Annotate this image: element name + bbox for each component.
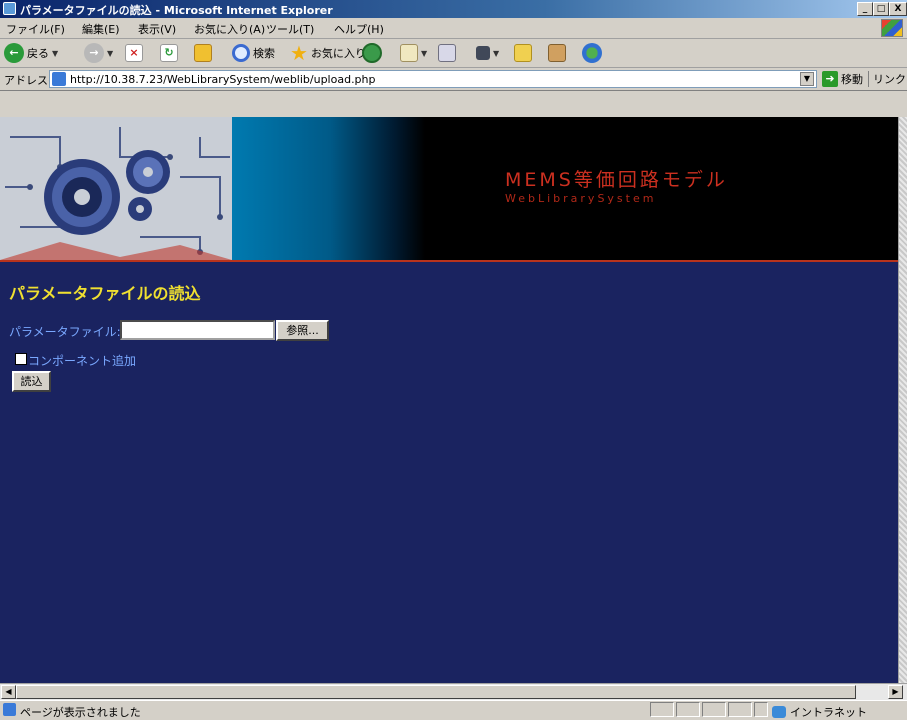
refresh-icon: ↻ — [160, 44, 178, 62]
edit-button[interactable]: ▼ — [476, 42, 499, 64]
address-input[interactable]: http://10.38.7.23/WebLibrarySystem/webli… — [49, 70, 817, 88]
back-button[interactable]: ← 戻る ▼ — [4, 42, 58, 64]
status-pane — [728, 702, 752, 717]
research-button[interactable] — [548, 42, 566, 64]
horizontal-scrollbar[interactable]: ◀ ▶ — [0, 683, 907, 700]
home-button[interactable] — [194, 42, 212, 64]
links-button[interactable]: リンク — [868, 71, 906, 87]
vertical-scrollbar[interactable] — [898, 117, 907, 683]
intranet-icon — [772, 706, 786, 718]
banner: MEMS等価回路モデル WebLibrarySystem — [0, 117, 898, 260]
parameter-file-input[interactable] — [120, 320, 275, 340]
search-label: 検索 — [253, 47, 275, 60]
gear-illustration — [0, 117, 232, 260]
gear-circuit-image — [0, 117, 232, 260]
stop-button[interactable]: × — [125, 42, 143, 64]
refresh-button[interactable]: ↻ — [160, 42, 178, 64]
back-arrow-icon: ← — [4, 43, 24, 63]
address-url: http://10.38.7.23/WebLibrarySystem/webli… — [70, 73, 376, 86]
close-button[interactable]: X — [889, 2, 907, 16]
folder-icon — [514, 44, 532, 62]
scroll-left-icon[interactable]: ◀ — [1, 685, 16, 699]
status-bar: ページが表示されました イントラネット — [0, 700, 907, 719]
print-icon — [438, 44, 456, 62]
go-arrow-icon: ➜ — [822, 71, 838, 87]
status-pane — [676, 702, 700, 717]
title-bar: パラメータファイルの読込 - Microsoft Internet Explor… — [0, 0, 907, 18]
forward-button[interactable]: → ▼ — [84, 42, 113, 64]
messenger-icon — [582, 43, 602, 63]
scroll-thumb[interactable] — [16, 685, 856, 699]
ie-icon — [3, 2, 16, 15]
window-title: パラメータファイルの読込 - Microsoft Internet Explor… — [20, 4, 333, 17]
star-icon: ★ — [290, 41, 308, 65]
folder-button[interactable] — [514, 42, 532, 64]
banner-subtitle: WebLibrarySystem — [505, 192, 657, 205]
search-button[interactable]: 検索 — [232, 42, 275, 64]
status-pane — [754, 702, 768, 717]
forward-arrow-icon: → — [84, 43, 104, 63]
back-label: 戻る — [27, 47, 49, 60]
banner-title: MEMS等価回路モデル — [505, 169, 728, 191]
stop-icon: × — [125, 44, 143, 62]
menu-bar: ファイル(F) 編集(E) 表示(V) お気に入り(A) ツール(T) ヘルプ(… — [0, 18, 907, 39]
go-button[interactable]: ➜ 移動 — [822, 71, 863, 87]
windows-logo-icon — [881, 19, 903, 37]
page-title: パラメータファイルの読込 — [9, 284, 201, 303]
history-icon — [362, 43, 382, 63]
dropdown-arrow-icon: ▼ — [493, 48, 500, 58]
home-icon — [194, 44, 212, 62]
print-button[interactable] — [438, 42, 456, 64]
mail-icon — [400, 44, 418, 62]
page-loaded-icon — [3, 703, 16, 716]
page-content: MEMS等価回路モデル WebLibrarySystem パラメータファイルの読… — [0, 117, 898, 683]
dropdown-arrow-icon: ▼ — [52, 48, 59, 58]
research-icon — [548, 44, 566, 62]
maximize-button[interactable]: □ — [873, 2, 889, 16]
add-component-checkbox[interactable] — [15, 353, 27, 365]
favorites-button[interactable]: ★ お気に入り — [290, 42, 366, 64]
favorites-label: お気に入り — [310, 47, 366, 60]
browse-button[interactable]: 参照... — [276, 320, 329, 341]
file-label: パラメータファイル: — [9, 325, 121, 339]
banner-divider — [0, 260, 898, 262]
menu-help[interactable]: ヘルプ(H) — [334, 21, 384, 37]
toolbar: ← 戻る ▼ → ▼ × ↻ 検索 ★ お気に入り ▼ ▼ — [0, 39, 907, 68]
menu-tools[interactable]: ツール(T) — [266, 21, 314, 37]
minimize-button[interactable]: _ — [857, 2, 873, 16]
messenger-button[interactable] — [582, 42, 602, 64]
scroll-right-icon[interactable]: ▶ — [888, 685, 903, 699]
dropdown-arrow-icon: ▼ — [421, 48, 428, 58]
go-label: 移動 — [841, 73, 863, 86]
add-component-label: コンポーネント追加 — [28, 354, 137, 368]
edit-icon — [476, 46, 490, 60]
menu-edit[interactable]: 編集(E) — [82, 21, 120, 37]
status-pane — [702, 702, 726, 717]
load-button[interactable]: 読込 — [12, 371, 51, 392]
menu-favorites[interactable]: お気に入り(A) — [194, 21, 265, 37]
mail-button[interactable]: ▼ — [400, 42, 427, 64]
dropdown-arrow-icon: ▼ — [107, 48, 114, 58]
status-pane — [650, 702, 674, 717]
history-button[interactable] — [362, 42, 382, 64]
address-dropdown-icon[interactable]: ▼ — [800, 72, 814, 86]
search-icon — [232, 44, 250, 62]
menu-view[interactable]: 表示(V) — [138, 21, 176, 37]
page-icon — [52, 72, 66, 86]
address-bar: アドレス(D) http://10.38.7.23/WebLibrarySyst… — [0, 68, 907, 91]
menu-file[interactable]: ファイル(F) — [6, 21, 65, 37]
